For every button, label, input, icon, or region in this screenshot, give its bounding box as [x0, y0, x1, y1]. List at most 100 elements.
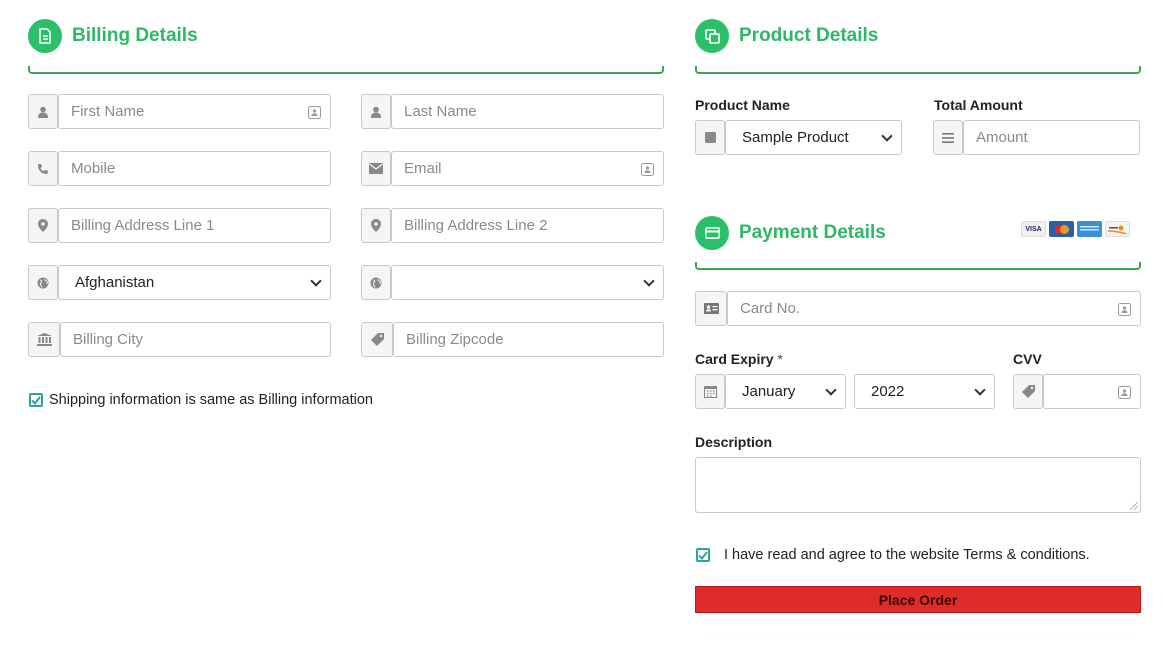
card-logos: VISA	[1018, 221, 1130, 237]
card-no-field[interactable]	[727, 291, 1141, 326]
payment-divider	[695, 262, 1141, 270]
billing-title: Billing Details	[72, 25, 198, 46]
product-divider	[695, 66, 1141, 74]
terms-label: I have read and agree to the website Ter…	[724, 547, 1090, 563]
credit-card-icon	[695, 216, 729, 250]
autofill-icon	[641, 163, 654, 180]
required-mark: *	[777, 351, 783, 367]
billing-divider	[28, 66, 664, 74]
globe-icon	[28, 265, 58, 300]
user-icon	[28, 94, 58, 129]
address1-group	[28, 208, 331, 243]
cvv-field[interactable]	[1043, 374, 1141, 409]
square-icon	[695, 120, 725, 155]
place-order-button[interactable]: Place Order	[695, 586, 1141, 613]
city-field[interactable]	[60, 322, 331, 357]
city-group	[28, 322, 331, 357]
state-select[interactable]	[391, 265, 664, 300]
product-header: Product Details	[695, 19, 878, 53]
globe-icon	[361, 265, 391, 300]
last-name-field[interactable]	[391, 94, 664, 129]
country-select[interactable]: Afghanistan	[58, 265, 331, 300]
product-value: Sample Product	[742, 129, 849, 146]
expiry-year-group: 2022	[854, 374, 995, 409]
resize-handle[interactable]	[1130, 502, 1138, 510]
product-name-label: Product Name	[695, 97, 790, 113]
autofill-icon	[1118, 386, 1131, 403]
card-no-group	[695, 291, 1141, 326]
id-card-icon	[695, 291, 727, 326]
chevron-down-icon	[825, 383, 837, 396]
expiry-year-value: 2022	[871, 383, 905, 400]
mobile-input[interactable]	[71, 160, 318, 177]
envelope-icon	[361, 151, 391, 186]
autofill-icon	[1118, 303, 1131, 320]
zipcode-field[interactable]	[393, 322, 664, 357]
bank-icon	[28, 322, 60, 357]
tag-icon	[1013, 374, 1043, 409]
email-field[interactable]	[391, 151, 664, 186]
payment-header: Payment Details	[695, 216, 886, 250]
terms-checkbox[interactable]	[696, 548, 710, 562]
address1-field[interactable]	[58, 208, 331, 243]
address2-input[interactable]	[404, 217, 651, 234]
last-name-input[interactable]	[404, 103, 651, 120]
country-group: Afghanistan	[28, 265, 331, 300]
visa-logo: VISA	[1021, 221, 1046, 237]
list-icon	[933, 120, 963, 155]
amount-input[interactable]	[976, 129, 1127, 146]
zipcode-input[interactable]	[406, 331, 651, 348]
chevron-down-icon	[310, 274, 322, 287]
billing-header: Billing Details	[28, 19, 198, 53]
product-title: Product Details	[739, 25, 879, 46]
chevron-down-icon	[643, 274, 655, 287]
amount-field[interactable]	[963, 120, 1140, 155]
document-icon	[28, 19, 62, 53]
city-input[interactable]	[73, 331, 318, 348]
cvv-label: CVV	[1013, 351, 1042, 367]
mastercard-logo	[1049, 221, 1074, 237]
same-shipping-checkbox[interactable]	[29, 393, 43, 407]
state-group	[361, 265, 664, 300]
email-input[interactable]	[404, 160, 651, 177]
address2-group	[361, 208, 664, 243]
same-shipping-row[interactable]: Shipping information is same as Billing …	[29, 392, 373, 408]
first-name-input[interactable]	[71, 103, 318, 120]
first-name-group	[28, 94, 331, 129]
card-expiry-label: Card Expiry *	[695, 351, 783, 367]
phone-icon	[28, 151, 58, 186]
tag-icon	[361, 322, 393, 357]
expiry-month-value: January	[742, 383, 796, 400]
expiry-year-select[interactable]: 2022	[854, 374, 995, 409]
address1-input[interactable]	[71, 217, 318, 234]
calendar-icon	[695, 374, 725, 409]
expiry-month-select[interactable]: January	[725, 374, 846, 409]
payment-title: Payment Details	[739, 222, 886, 243]
card-expiry-text: Card Expiry	[695, 351, 774, 367]
terms-row[interactable]: I have read and agree to the website Ter…	[696, 547, 1090, 563]
expiry-month-group: January	[695, 374, 846, 409]
last-name-group	[361, 94, 664, 129]
same-shipping-label: Shipping information is same as Billing …	[49, 392, 373, 408]
amount-group	[933, 120, 1140, 155]
copy-icon	[695, 19, 729, 53]
product-select[interactable]: Sample Product	[725, 120, 902, 155]
card-no-input[interactable]	[740, 300, 1128, 317]
country-value: Afghanistan	[75, 274, 155, 291]
chevron-down-icon	[974, 383, 986, 396]
product-name-group: Sample Product	[695, 120, 902, 155]
mobile-field[interactable]	[58, 151, 331, 186]
mobile-group	[28, 151, 331, 186]
email-group	[361, 151, 664, 186]
autofill-icon	[308, 106, 321, 123]
chevron-down-icon	[881, 129, 893, 142]
map-marker-icon	[28, 208, 58, 243]
description-label: Description	[695, 434, 773, 450]
address2-field[interactable]	[391, 208, 664, 243]
discover-logo	[1105, 221, 1130, 237]
cvv-group	[1013, 374, 1141, 409]
first-name-field[interactable]	[58, 94, 331, 129]
description-textarea[interactable]	[695, 457, 1141, 513]
total-amount-label: Total Amount	[934, 97, 1023, 113]
map-marker-icon	[361, 208, 391, 243]
